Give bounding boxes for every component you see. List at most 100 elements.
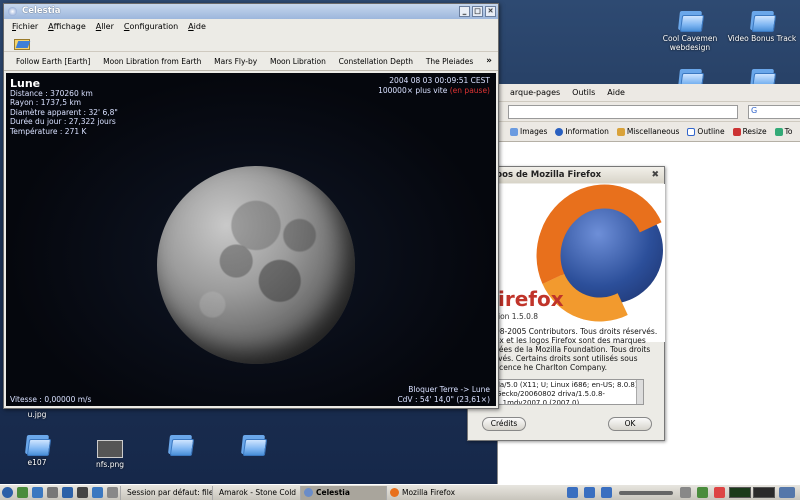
object-name: Lune xyxy=(10,77,41,90)
desktop-icon-label: u.jpg xyxy=(27,410,47,419)
quicklaunch-icon[interactable] xyxy=(62,487,73,498)
google-icon: G xyxy=(751,106,758,115)
media-next-icon[interactable] xyxy=(601,487,612,498)
version-label: ion 1.5.0.8 xyxy=(498,312,539,321)
media-previous-icon[interactable] xyxy=(567,487,578,498)
time-rate: 100000× plus vite (en pause) xyxy=(378,85,490,95)
menu-help[interactable]: Aide xyxy=(188,22,206,31)
desktop-icon-cool-cavemen[interactable]: Cool Cavemen webdesign xyxy=(650,8,730,52)
celestia-app-icon xyxy=(8,7,17,16)
minimize-icon[interactable]: _ xyxy=(459,6,470,17)
menu-help[interactable]: Aide xyxy=(607,88,625,97)
desktop-icon-folder[interactable] xyxy=(213,432,293,458)
brand-name: irefox xyxy=(498,287,564,311)
folder-icon xyxy=(167,432,195,456)
celestia-menubar: Fichier Affichage Aller Configuration Ai… xyxy=(4,19,498,34)
task-celestia[interactable]: Celestia xyxy=(300,485,386,500)
folder-icon xyxy=(240,432,268,456)
close-icon[interactable]: ✖ xyxy=(651,167,659,183)
bookmark-images[interactable]: Images xyxy=(510,127,547,136)
bookmark-constellation-depth[interactable]: Constellation Depth xyxy=(339,57,413,66)
resize-icon xyxy=(732,127,741,136)
menu-tools[interactable]: Outils xyxy=(572,88,595,97)
desktop-icon-u-jpg[interactable]: u.jpg xyxy=(0,410,77,419)
quicklaunch-icon[interactable] xyxy=(107,487,118,498)
object-temperature: Température : 271 K xyxy=(10,126,87,136)
desktop-icon-label: Video Bonus Track xyxy=(727,34,797,43)
system-tray xyxy=(565,487,800,498)
firefox-icon xyxy=(390,488,399,497)
quicklaunch-icon[interactable] xyxy=(77,487,88,498)
bookmark-follow-earth[interactable]: Follow Earth [Earth] xyxy=(16,57,90,66)
ok-button[interactable]: OK xyxy=(608,417,652,431)
search-input[interactable]: G xyxy=(748,105,800,119)
credits-button[interactable]: Crédits xyxy=(482,417,526,431)
menu-bookmarks[interactable]: arque-pages xyxy=(510,88,560,97)
more-bookmarks-icon[interactable]: » xyxy=(486,56,492,66)
close-icon[interactable]: ✕ xyxy=(485,6,496,17)
task-amarok[interactable]: Amarok - Stone Cold xyxy=(212,485,300,500)
window-titlebar: Celestia _ □ ✕ xyxy=(4,4,498,19)
folder-icon xyxy=(749,8,777,32)
bookmark-miscellaneous[interactable]: Miscellaneous xyxy=(616,127,679,136)
task-session[interactable]: Session par défaut: file xyxy=(120,485,212,500)
celestia-toolbar xyxy=(4,34,498,52)
desktop-icon-folder[interactable] xyxy=(140,432,220,458)
start-menu-icon[interactable] xyxy=(2,487,13,498)
task-firefox[interactable]: Mozilla Firefox xyxy=(386,485,486,500)
taskbar: Session par défaut: file Amarok - Stone … xyxy=(0,484,800,500)
pause-status: (en pause) xyxy=(449,85,490,95)
menu-view[interactable]: Affichage xyxy=(48,22,86,31)
bookmark-resize[interactable]: Resize xyxy=(732,127,767,136)
object-day-length: Durée du jour : 27,322 jours xyxy=(10,117,116,126)
bookmark-moon-libration[interactable]: Moon Libration xyxy=(270,57,326,66)
desktop-icon-label: nfs.png xyxy=(96,460,124,469)
celestia-icon xyxy=(304,488,313,497)
object-apparent-diameter: Diamètre apparent : 32' 6,8" xyxy=(10,107,118,117)
tray-icon[interactable] xyxy=(680,487,691,498)
misc-icon xyxy=(616,127,625,136)
quicklaunch-icon[interactable] xyxy=(47,487,58,498)
scrollbar[interactable] xyxy=(636,380,643,404)
network-icon[interactable] xyxy=(714,487,725,498)
simulation-datetime: 2004 08 03 00:09:51 CEST xyxy=(389,76,490,85)
cpu-monitor xyxy=(729,487,751,498)
bookmark-information[interactable]: Information xyxy=(555,127,609,136)
quicklaunch-icon[interactable] xyxy=(32,487,43,498)
desktop-icon-video-bonus[interactable]: Video Bonus Track xyxy=(722,8,800,43)
bookmark-outline[interactable]: Outline xyxy=(687,127,725,136)
open-folder-icon[interactable] xyxy=(14,37,30,50)
bookmark-moon-libration-from-earth[interactable]: Moon Libration from Earth xyxy=(103,57,201,66)
menu-file[interactable]: Fichier xyxy=(12,22,38,31)
information-icon xyxy=(555,127,564,136)
user-agent-box[interactable]: lla/5.0 (X11; U; Linux i686; en-US; 8.0.… xyxy=(492,379,644,405)
tray-icon[interactable] xyxy=(697,487,708,498)
menu-configuration[interactable]: Configuration xyxy=(124,22,178,31)
quicklaunch-icon[interactable] xyxy=(92,487,103,498)
desktop-icon-nfs-png[interactable]: nfs.png xyxy=(70,440,150,469)
desktop-icon-label: Cool Cavemen webdesign xyxy=(662,34,718,52)
celestia-3d-view[interactable]: Lune Distance : 370260 km Rayon : 1737,5… xyxy=(6,73,496,406)
copyright-text: 98-2005 Contributors. Tous droits réserv… xyxy=(495,327,658,372)
desktop-icon-e107[interactable]: e107 xyxy=(0,432,77,467)
menu-go[interactable]: Aller xyxy=(96,22,114,31)
quicklaunch-icon[interactable] xyxy=(17,487,28,498)
celestia-bookmarks-bar: Follow Earth [Earth] Moon Libration from… xyxy=(4,52,498,71)
maximize-icon[interactable]: □ xyxy=(472,6,483,17)
object-distance: Distance : 370260 km xyxy=(10,88,93,98)
folder-icon xyxy=(677,8,705,32)
volume-slider[interactable] xyxy=(619,490,673,495)
speed-readout: Vitesse : 0,00000 m/s xyxy=(10,394,92,404)
bookmark-to[interactable]: To xyxy=(774,127,793,136)
url-input[interactable] xyxy=(508,105,738,119)
outline-icon xyxy=(687,127,696,136)
bookmark-mars-fly-by[interactable]: Mars Fly-by xyxy=(214,57,257,66)
object-info: Lune Distance : 370260 km Rayon : 1737,5… xyxy=(10,77,118,136)
bookmarks-toolbar: Images Information Miscellaneous Outline… xyxy=(498,122,800,142)
desktop-icon-label: e107 xyxy=(27,458,47,467)
lock-status: Bloquer Terre -> Lune xyxy=(408,385,490,394)
media-play-icon[interactable] xyxy=(584,487,595,498)
clock-icon[interactable] xyxy=(779,487,795,498)
bookmark-pleiades[interactable]: The Pleiades xyxy=(426,57,474,66)
celestia-window: Celestia _ □ ✕ Fichier Affichage Aller C… xyxy=(3,3,499,409)
